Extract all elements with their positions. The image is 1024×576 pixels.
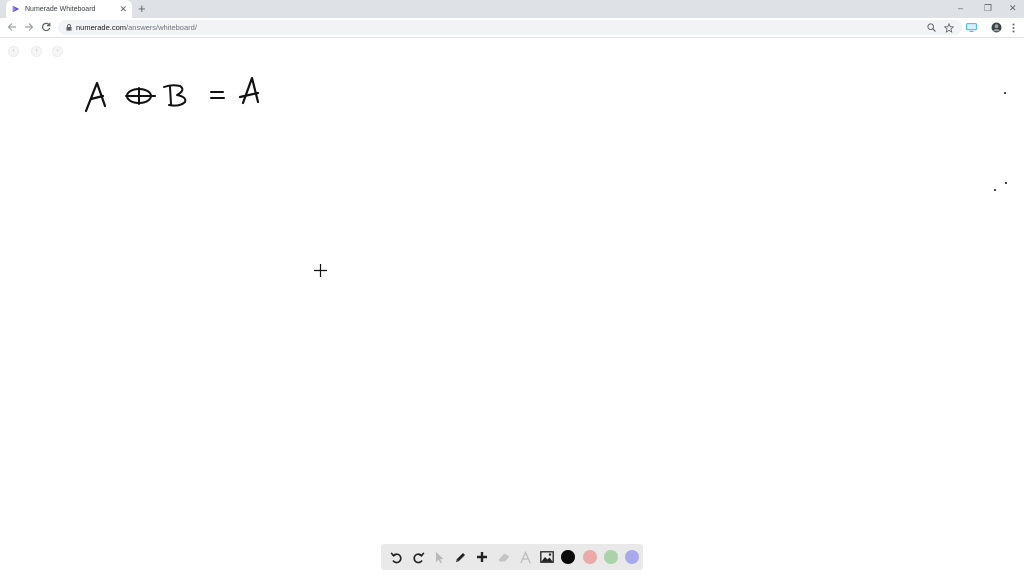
url-host: numerade.com bbox=[76, 23, 127, 32]
color-green-button[interactable] bbox=[600, 546, 621, 568]
image-icon bbox=[539, 551, 554, 563]
ink-letter-a-result bbox=[238, 76, 260, 105]
url-path: /answers/whiteboard/ bbox=[126, 23, 197, 32]
undo-icon bbox=[390, 551, 402, 563]
eraser-button[interactable] bbox=[493, 546, 514, 568]
back-arrow-icon[interactable] bbox=[5, 20, 19, 34]
ink-xor-symbol bbox=[125, 87, 156, 105]
ink-dot bbox=[994, 189, 996, 191]
ink-dot bbox=[1005, 182, 1007, 184]
forward-arrow-icon[interactable] bbox=[22, 20, 36, 34]
ink-dot bbox=[1004, 92, 1006, 94]
minimize-icon[interactable]: – bbox=[958, 1, 963, 15]
tab-title: Numerade Whiteboard bbox=[25, 5, 96, 13]
redo-icon bbox=[413, 551, 425, 563]
pointer-icon bbox=[436, 551, 444, 563]
tab-numerade-whiteboard[interactable]: Numerade Whiteboard ✕ bbox=[6, 0, 132, 18]
restore-icon[interactable]: ❐ bbox=[984, 1, 992, 15]
drawing-toolbar bbox=[381, 544, 643, 570]
color-red-button[interactable] bbox=[579, 546, 600, 568]
color-swatch-green bbox=[603, 550, 618, 564]
profile-avatar-icon[interactable] bbox=[989, 21, 1003, 34]
color-swatch-red bbox=[582, 550, 597, 564]
new-tab-plus-icon[interactable]: + bbox=[138, 1, 146, 16]
redo-button[interactable] bbox=[407, 546, 428, 568]
ink-letter-a bbox=[84, 81, 107, 113]
zoom-search-icon[interactable] bbox=[925, 21, 937, 34]
window-close-icon[interactable]: ✕ bbox=[1009, 1, 1017, 15]
text-icon bbox=[519, 550, 531, 563]
color-black-button[interactable] bbox=[557, 546, 578, 568]
handwritten-expression bbox=[84, 76, 260, 113]
lock-icon bbox=[66, 24, 72, 31]
color-swatch-blue bbox=[625, 550, 640, 564]
eraser-icon bbox=[498, 553, 510, 562]
add-shape-button[interactable] bbox=[472, 546, 493, 568]
color-swatch-black bbox=[561, 550, 576, 564]
address-bar[interactable]: numerade.com/answers/whiteboard/ bbox=[58, 20, 962, 35]
color-blue-button[interactable] bbox=[622, 546, 643, 568]
whiteboard-canvas[interactable]: ‹ ‹ › A ⊕ B = A bbox=[0, 38, 1024, 576]
ink-letter-b bbox=[163, 84, 187, 107]
select-pointer-button[interactable] bbox=[429, 546, 450, 568]
plus-icon bbox=[477, 552, 488, 562]
insert-image-button[interactable] bbox=[536, 546, 557, 568]
page-nav-prev[interactable]: ‹ bbox=[31, 46, 42, 57]
tab-close-icon[interactable]: ✕ bbox=[119, 3, 127, 15]
kebab-menu-icon[interactable] bbox=[1006, 21, 1020, 34]
pencil-icon bbox=[456, 552, 466, 562]
tab-strip: Numerade Whiteboard ✕ + – ❐ ✕ bbox=[0, 0, 1024, 18]
reload-icon[interactable] bbox=[39, 20, 53, 34]
page-nav-first[interactable]: ‹ bbox=[8, 46, 19, 57]
pen-tool-button[interactable] bbox=[450, 546, 471, 568]
bookmark-star-icon[interactable] bbox=[943, 21, 955, 34]
browser-toolbar: numerade.com/answers/whiteboard/ bbox=[0, 18, 1024, 38]
cast-screen-icon[interactable] bbox=[964, 21, 978, 34]
numerade-logo-icon bbox=[12, 5, 20, 13]
text-tool-button[interactable] bbox=[515, 546, 536, 568]
undo-button[interactable] bbox=[386, 546, 407, 568]
ink-equals-sign bbox=[210, 91, 225, 99]
page-nav-next[interactable]: › bbox=[52, 46, 63, 57]
crosshair-cursor-icon bbox=[314, 264, 327, 277]
url-text: numerade.com/answers/whiteboard/ bbox=[76, 22, 197, 33]
